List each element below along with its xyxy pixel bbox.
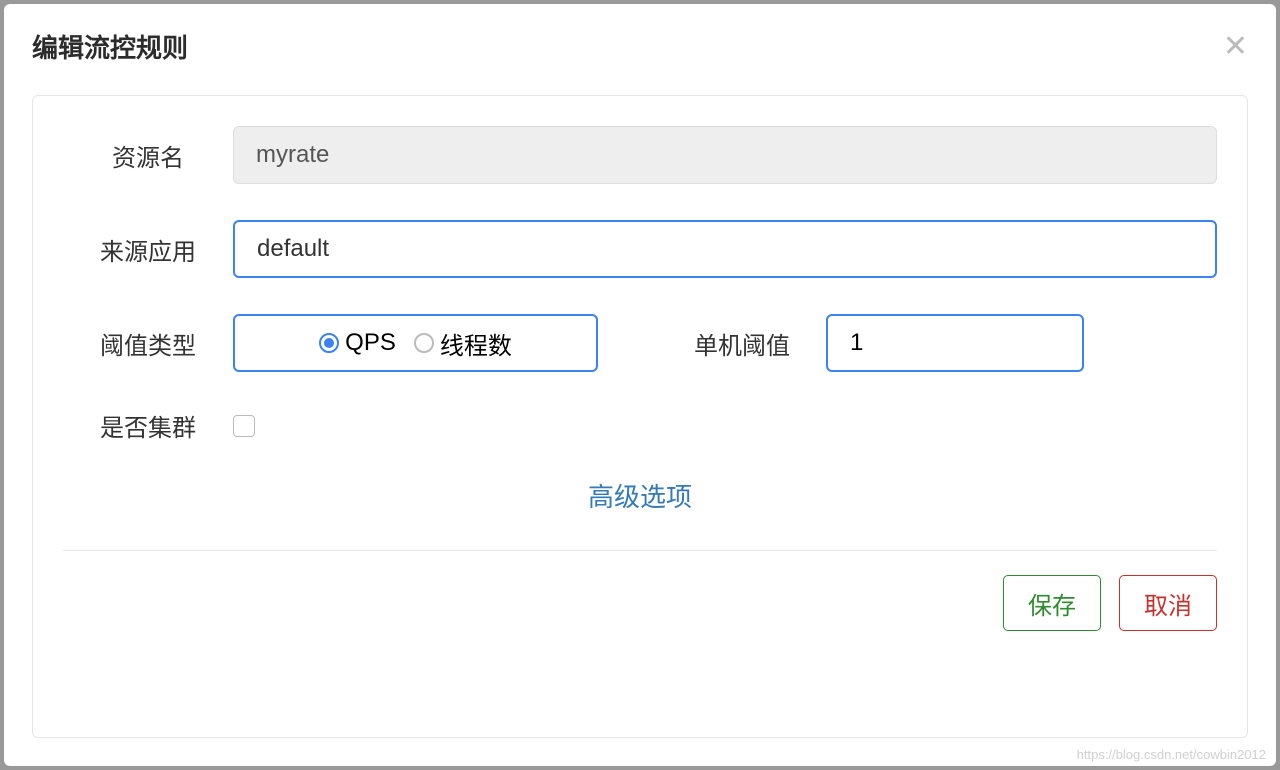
resource-row: 资源名 myrate xyxy=(63,126,1217,184)
cluster-row: 是否集群 xyxy=(63,408,1217,443)
resource-input: myrate xyxy=(233,126,1217,184)
radio-thread[interactable]: 线程数 xyxy=(414,326,512,361)
resource-label: 资源名 xyxy=(63,138,233,173)
threshold-label: 单机阈值 xyxy=(694,326,790,361)
threshold-type-row: 阈值类型 QPS 线程数 单机阈值 xyxy=(63,314,1217,372)
watermark: https://blog.csdn.net/cowbin2012 xyxy=(1077,747,1266,762)
modal-footer: 保存 取消 xyxy=(63,575,1217,631)
radio-icon xyxy=(414,333,434,353)
cancel-button[interactable]: 取消 xyxy=(1119,575,1217,631)
close-button[interactable]: ✕ xyxy=(1223,32,1248,62)
edit-flow-rule-modal: 编辑流控规则 ✕ 资源名 myrate 来源应用 阈值类型 QPS xyxy=(4,4,1276,766)
close-icon: ✕ xyxy=(1223,30,1248,63)
save-button[interactable]: 保存 xyxy=(1003,575,1101,631)
threshold-type-radio-group: QPS 线程数 xyxy=(233,314,598,372)
modal-header: 编辑流控规则 ✕ xyxy=(4,4,1276,75)
radio-qps[interactable]: QPS xyxy=(319,329,396,357)
threshold-input[interactable] xyxy=(826,314,1084,372)
cluster-label: 是否集群 xyxy=(63,408,233,443)
advanced-options-link[interactable]: 高级选项 xyxy=(63,477,1217,514)
modal-body: 资源名 myrate 来源应用 阈值类型 QPS 线程数 单机阈值 xyxy=(32,95,1248,738)
source-input[interactable] xyxy=(233,220,1217,278)
radio-icon xyxy=(319,333,339,353)
cluster-checkbox[interactable] xyxy=(233,415,255,437)
threshold-type-label: 阈值类型 xyxy=(63,326,233,361)
divider xyxy=(63,550,1217,551)
modal-title: 编辑流控规则 xyxy=(32,28,188,65)
source-row: 来源应用 xyxy=(63,220,1217,278)
source-label: 来源应用 xyxy=(63,232,233,267)
